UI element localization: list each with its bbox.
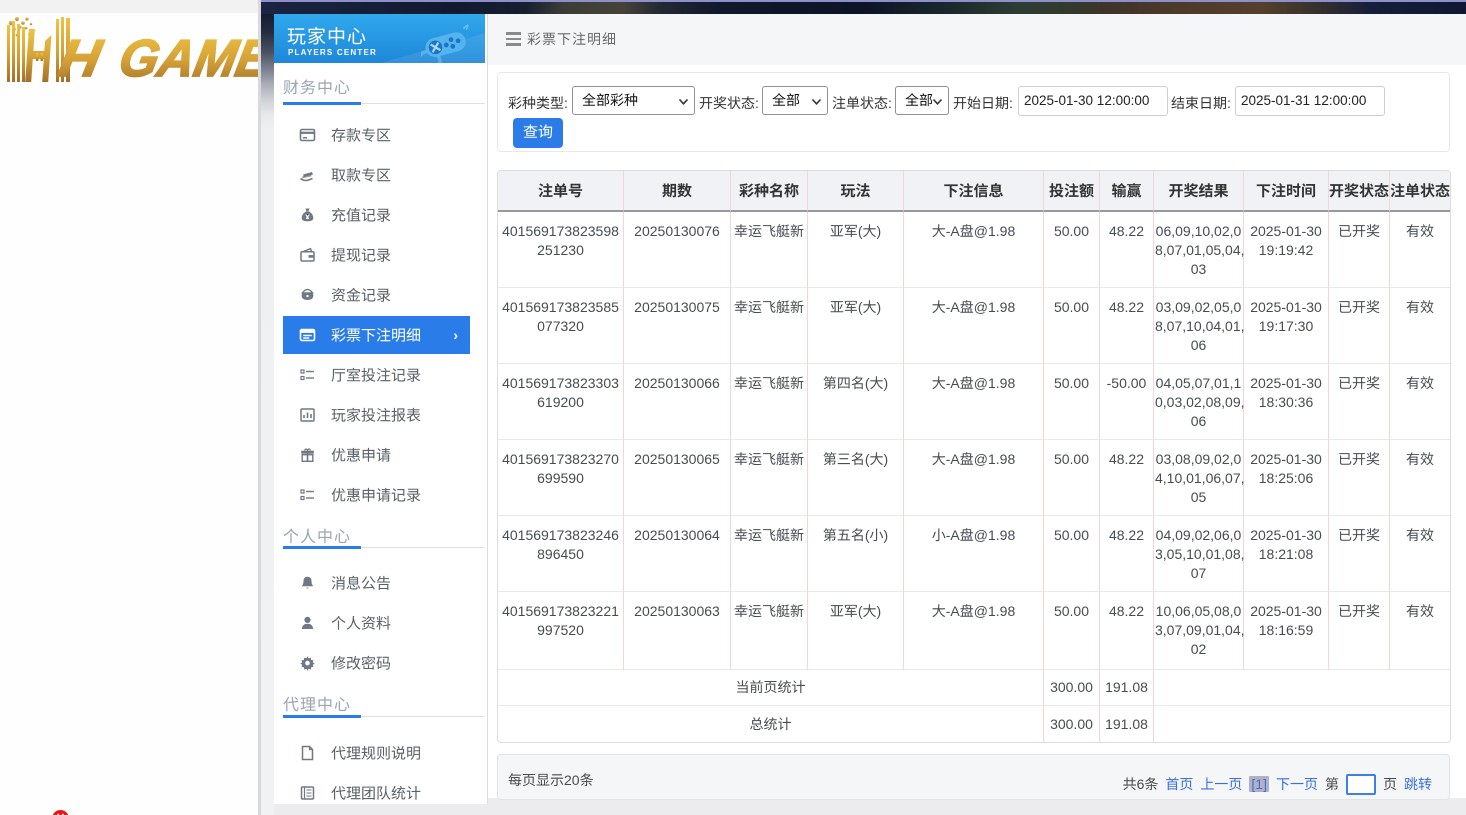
svg-text:GAME: GAME: [114, 29, 260, 85]
